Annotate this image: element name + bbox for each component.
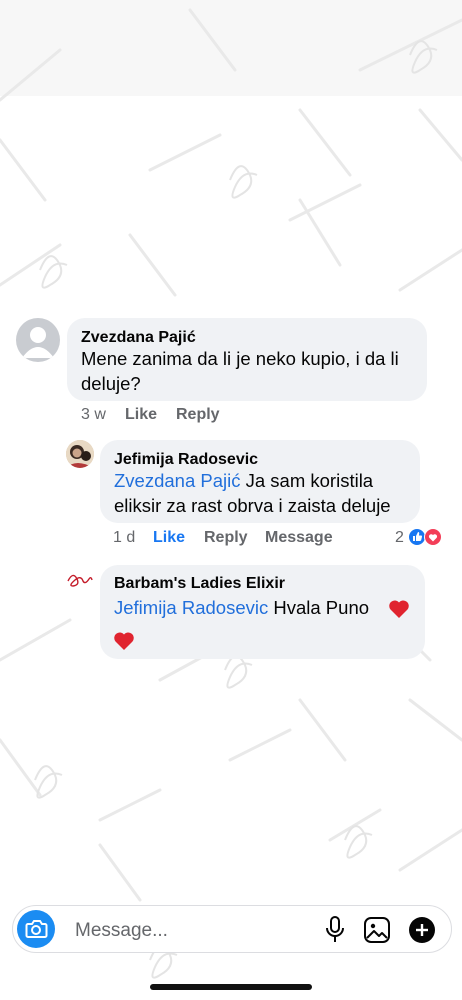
reply-text-rest: Hvala Puno: [268, 597, 370, 618]
brand-logo-icon: [67, 574, 93, 587]
like-button-active[interactable]: Like: [153, 529, 185, 547]
reply-author[interactable]: Jefimija Radosevic: [114, 451, 258, 469]
reply-button[interactable]: Reply: [204, 529, 248, 547]
message-input[interactable]: [75, 919, 295, 943]
message-button[interactable]: Message: [265, 529, 333, 547]
profile-photo-icon: [66, 440, 94, 468]
default-user-icon: [22, 327, 54, 358]
reaction-count[interactable]: 2: [395, 529, 404, 547]
comment-text-line2: deluje?: [81, 373, 141, 394]
home-indicator: [150, 984, 312, 990]
avatar-barbam[interactable]: [66, 565, 94, 593]
comment-text-line1: Mene zanima da li je neko kupio, i da li: [81, 348, 399, 369]
mention-link[interactable]: Jefimija Radosevic: [114, 597, 268, 618]
heart-emoji-icon: [389, 600, 409, 618]
reply-author[interactable]: Barbam's Ladies Elixir: [114, 575, 285, 593]
plus-icon[interactable]: [408, 916, 436, 944]
avatar-jefimija[interactable]: [66, 440, 94, 468]
camera-button[interactable]: [17, 910, 55, 948]
reply-text-line1: Zvezdana Pajić Ja sam koristila: [114, 468, 373, 493]
reply-time: 1 d: [113, 529, 136, 546]
reply-text-line2: eliksir za rast obrva i zaista deluje: [114, 495, 391, 516]
microphone-icon[interactable]: [323, 915, 347, 945]
gallery-icon[interactable]: [363, 916, 391, 944]
reply-text-line1: Jefimija Radosevic Hvala Puno: [114, 595, 369, 620]
reply-text-rest: Ja sam koristila: [240, 470, 374, 491]
message-composer: [12, 905, 452, 953]
love-reaction-icon: [424, 528, 442, 546]
top-blank-area: [0, 0, 462, 96]
avatar-zvezdana[interactable]: [16, 318, 60, 362]
comment-author[interactable]: Zvezdana Pajić: [81, 329, 196, 347]
heart-emoji-icon: [114, 632, 134, 650]
reply-button[interactable]: Reply: [176, 406, 220, 424]
camera-icon: [25, 920, 48, 938]
mention-link[interactable]: Zvezdana Pajić: [114, 470, 240, 491]
comment-time: 3 w: [81, 406, 106, 423]
like-button[interactable]: Like: [125, 406, 157, 424]
